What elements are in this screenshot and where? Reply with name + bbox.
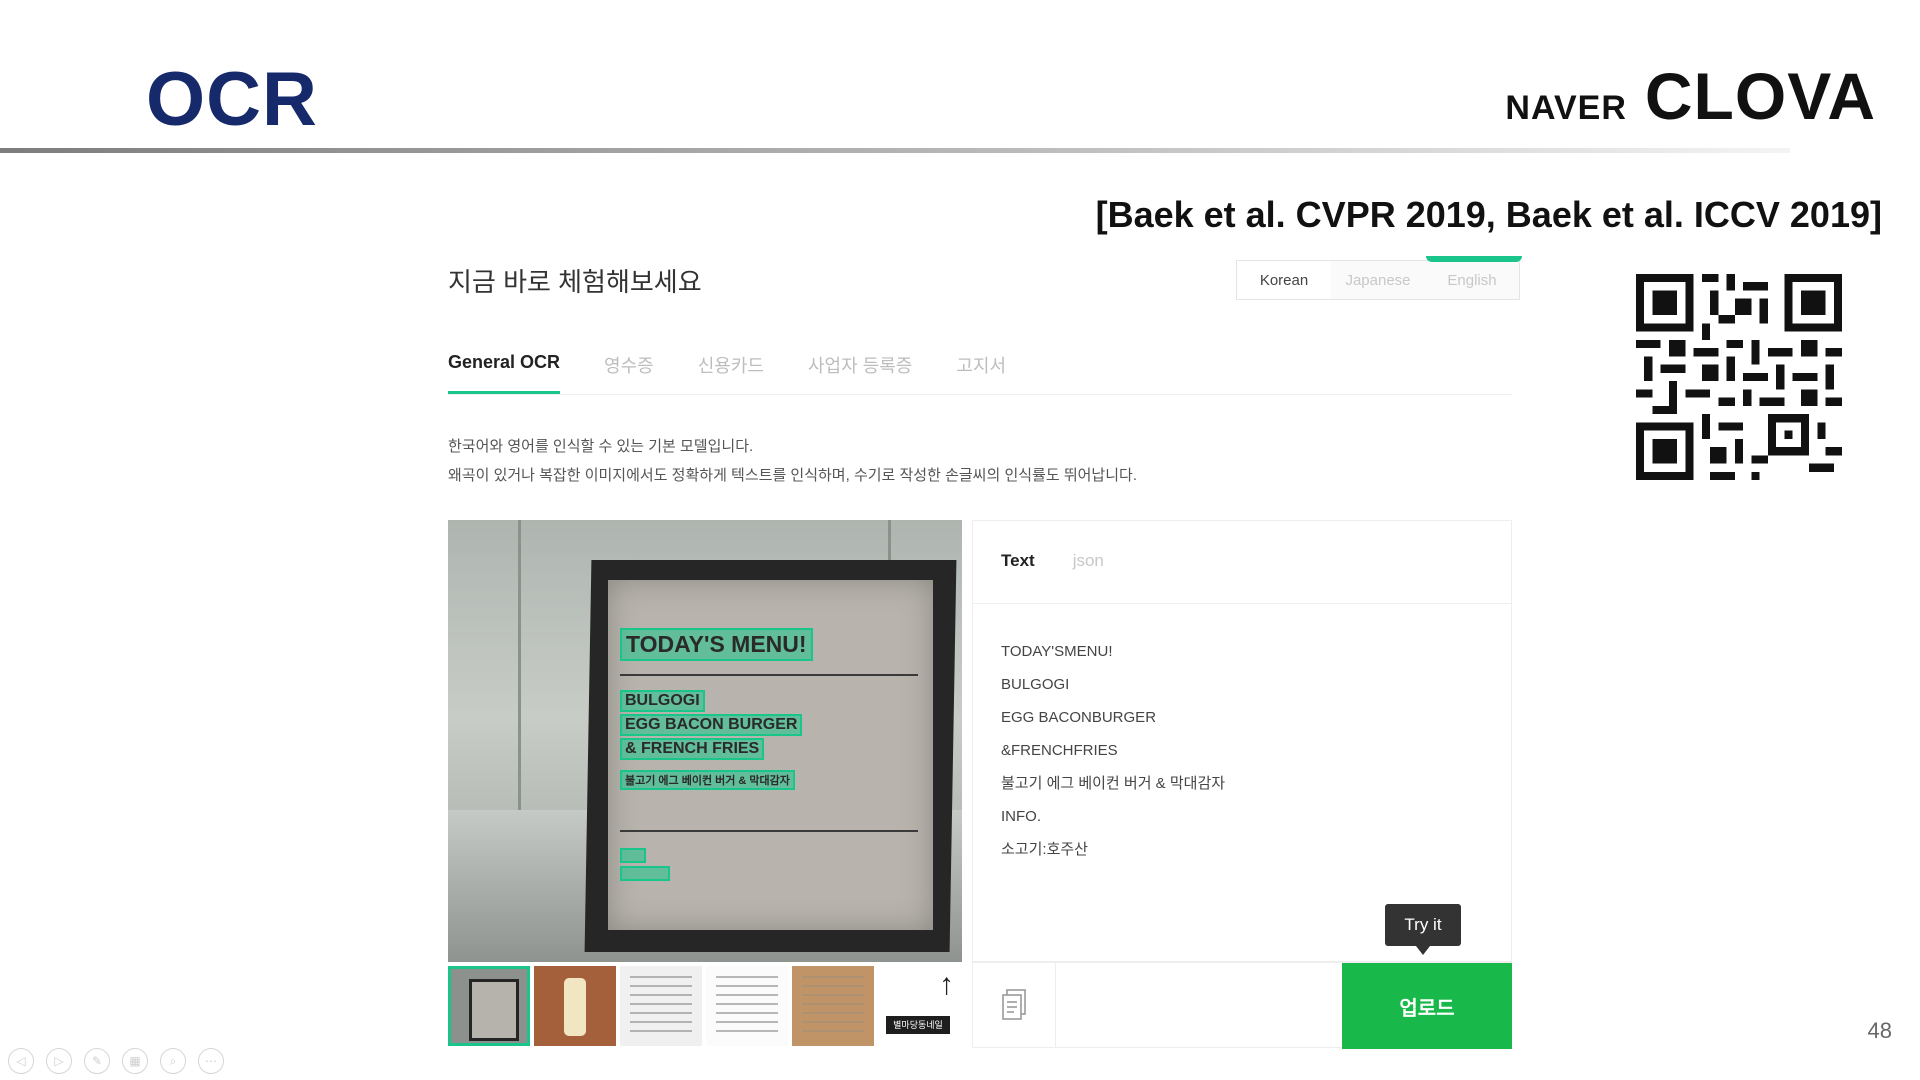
more-options-icon[interactable]: ⋯ xyxy=(198,1048,224,1074)
detected-text-box: & FRENCH FRIES xyxy=(620,738,765,760)
sample-thumbnails: ↑ 별마당동네일 xyxy=(448,966,964,1046)
thumbnail-document[interactable] xyxy=(706,966,788,1046)
sign-divider xyxy=(620,674,918,676)
naver-logo-text: NAVER xyxy=(1505,89,1627,127)
qr-code-icon xyxy=(1636,274,1842,480)
detected-text-box-small xyxy=(620,866,670,881)
lang-english-button[interactable]: English xyxy=(1425,261,1519,299)
upload-bar: 업로드 xyxy=(972,962,1512,1049)
slide-grid-icon[interactable]: ▦ xyxy=(122,1048,148,1074)
ocr-line: &FRENCHFRIES xyxy=(1001,742,1118,759)
thumbnail-bottle-shape xyxy=(564,978,586,1036)
window-frame xyxy=(518,520,521,850)
next-slide-icon[interactable]: ▷ xyxy=(46,1048,72,1074)
thumbnail-text-lines xyxy=(802,976,864,1036)
thumbnail-bottle[interactable] xyxy=(534,966,616,1046)
upload-button[interactable]: 업로드 xyxy=(1342,963,1512,1049)
slide-title: OCR xyxy=(146,57,318,142)
lang-japanese-button[interactable]: Japanese xyxy=(1331,261,1425,299)
previous-slide-icon[interactable]: ◁ xyxy=(8,1048,34,1074)
clova-logo-text: CLOVA xyxy=(1644,59,1876,133)
title-divider xyxy=(0,148,1790,153)
ocr-text-output: TODAY'SMENU! BULGOGI EGG BACONBURGER &FR… xyxy=(1001,635,1225,866)
sample-image-viewer: TODAY'S MENU! BULGOGI EGG BACON BURGER &… xyxy=(448,520,962,962)
thumbnail-signboard[interactable]: ↑ 별마당동네일 xyxy=(878,966,960,1046)
thumbnail-label[interactable] xyxy=(792,966,874,1046)
naver-clova-logo: NAVER CLOVA xyxy=(1505,58,1876,134)
page-number: 48 xyxy=(1867,1018,1892,1043)
model-description: 한국어와 영어를 인식할 수 있는 기본 모델입니다. 왜곡이 있거나 복잡한 … xyxy=(448,432,1137,490)
citation: [Baek et al. CVPR 2019, Baek et al. ICCV… xyxy=(1095,194,1882,235)
slideshow-controls: ◁ ▷ ✎ ▦ ⌕ ⋯ xyxy=(8,1048,236,1074)
thumbnail-handwritten-note[interactable] xyxy=(620,966,702,1046)
result-format-tabs: Text json xyxy=(1001,551,1142,571)
detected-text-box: BULGOGI xyxy=(620,690,705,712)
tab-bill[interactable]: 고지서 xyxy=(956,352,1006,394)
detected-text-box: TODAY'S MENU! xyxy=(620,628,813,661)
sign-divider xyxy=(620,830,918,832)
ocr-line: BULGOGI xyxy=(1001,676,1070,693)
thumbnail-text-lines xyxy=(716,976,778,1036)
try-it-tooltip: Try it xyxy=(1385,904,1461,955)
demo-heading: 지금 바로 체험해보세요 xyxy=(448,267,702,297)
copy-document-icon xyxy=(1002,989,1026,1020)
ocr-line: 소고기:호주산 xyxy=(1001,841,1088,858)
result-tabs-divider xyxy=(973,603,1511,604)
tab-text-result[interactable]: Text xyxy=(1001,551,1035,571)
description-line: 한국어와 영어를 인식할 수 있는 기본 모델입니다. xyxy=(448,438,754,455)
copy-button[interactable] xyxy=(973,963,1056,1047)
thumbnail-sign-shape xyxy=(469,979,519,1041)
thumbnail-text-lines xyxy=(630,976,692,1036)
zoom-icon[interactable]: ⌕ xyxy=(160,1048,186,1074)
detected-text-box-small xyxy=(620,848,646,863)
arrow-up-icon: ↑ xyxy=(939,968,954,1001)
tab-credit-card[interactable]: 신용카드 xyxy=(698,352,764,394)
language-accent-bar xyxy=(1426,256,1522,262)
description-line: 왜곡이 있거나 복잡한 이미지에서도 정확하게 텍스트를 인식하며, 수기로 작… xyxy=(448,467,1137,484)
thumbnail-menu-sign[interactable] xyxy=(448,966,530,1046)
tab-general-ocr[interactable]: General OCR xyxy=(448,352,561,394)
language-selector: Korean Japanese English xyxy=(1236,260,1520,300)
ocr-result-panel: Text json TODAY'SMENU! BULGOGI EGG BACON… xyxy=(972,520,1512,962)
thumbnail-signboard-text: 별마당동네일 xyxy=(886,1016,950,1034)
ocr-line: INFO. xyxy=(1001,808,1041,825)
menu-sign: TODAY'S MENU! BULGOGI EGG BACON BURGER &… xyxy=(608,580,933,930)
ocr-model-tabs: General OCR 영수증 신용카드 사업자 등록증 고지서 xyxy=(448,352,1050,394)
tab-json-result[interactable]: json xyxy=(1073,551,1104,571)
pen-icon[interactable]: ✎ xyxy=(84,1048,110,1074)
tab-receipt[interactable]: 영수증 xyxy=(604,352,654,394)
lang-korean-button[interactable]: Korean xyxy=(1237,261,1331,299)
ocr-line: TODAY'SMENU! xyxy=(1001,643,1113,660)
detected-text-box: 불고기 에그 베이컨 버거 & 막대감자 xyxy=(620,770,795,790)
tab-business-registration[interactable]: 사업자 등록증 xyxy=(808,352,912,394)
ocr-line: EGG BACONBURGER xyxy=(1001,709,1157,726)
ocr-line: 불고기 에그 베이컨 버거 & 막대감자 xyxy=(1001,775,1226,792)
tabs-divider xyxy=(448,394,1512,395)
detected-text-box: EGG BACON BURGER xyxy=(620,714,803,736)
